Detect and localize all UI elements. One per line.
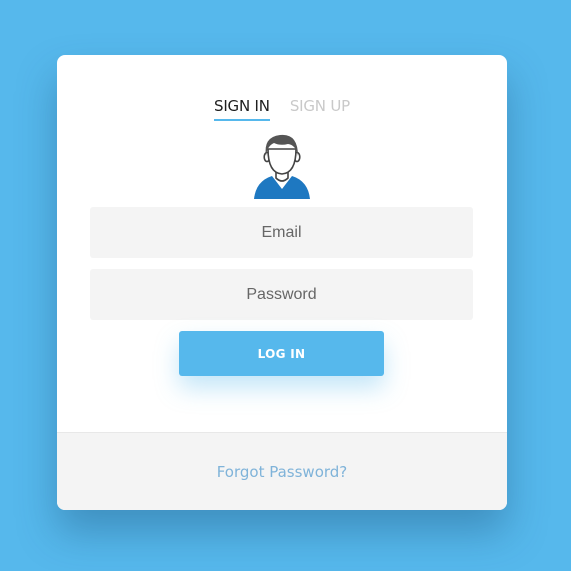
card-footer: Forgot Password?	[57, 432, 507, 510]
login-card: SIGN IN SIGN UP LOG IN Forgot Password?	[57, 55, 507, 510]
tab-sign-up[interactable]: SIGN UP	[290, 97, 350, 121]
email-field[interactable]	[90, 207, 473, 258]
user-avatar-icon	[254, 134, 310, 199]
login-button[interactable]: LOG IN	[179, 331, 384, 376]
tab-sign-in[interactable]: SIGN IN	[214, 97, 270, 121]
password-field[interactable]	[90, 269, 473, 320]
auth-tabs: SIGN IN SIGN UP	[57, 97, 507, 121]
forgot-password-link[interactable]: Forgot Password?	[217, 463, 348, 481]
